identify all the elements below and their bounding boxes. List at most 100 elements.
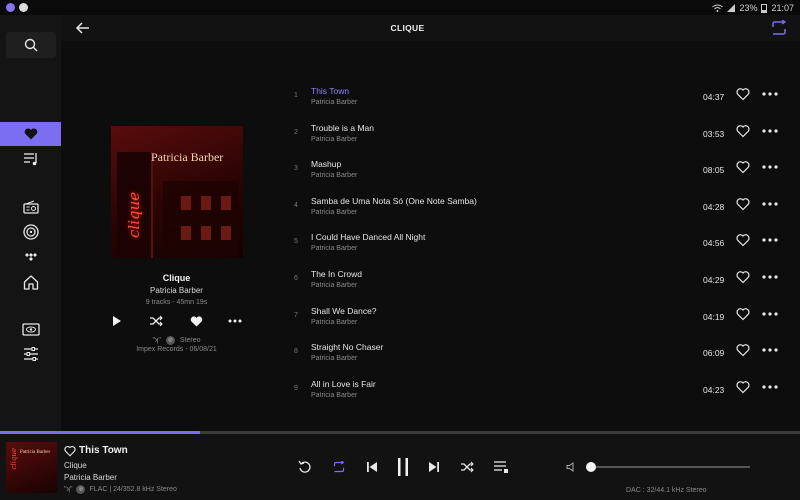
track-artist: Patricia Barber [311,135,358,143]
track-number: 7 [294,311,298,319]
track-artist: Patricia Barber [311,318,358,326]
sidebar-item-favorites[interactable] [0,122,61,146]
play-album-button[interactable] [108,313,126,329]
repeat-button[interactable] [330,458,348,476]
sidebar-item-settings[interactable] [0,342,61,366]
track-more-icon[interactable] [762,92,778,96]
replay-icon [298,460,311,473]
track-row[interactable]: 9 All in Love is Fair Patricia Barber 04… [284,370,789,406]
favorite-track-icon[interactable] [736,197,750,211]
favorite-track-icon[interactable] [736,343,750,357]
track-more-icon[interactable] [762,275,778,279]
track-more-icon[interactable] [762,202,778,206]
home-icon [23,274,38,290]
shuffle-icon [150,315,163,327]
queue-button[interactable] [492,458,510,476]
track-more-icon[interactable] [762,311,778,316]
favorite-track-icon[interactable] [736,160,750,174]
clock: 21:07 [771,2,794,13]
display-icon [21,322,40,336]
track-row[interactable]: 8 Straight No Chaser Patricia Barber 06:… [284,333,789,369]
sidebar-item-streaming[interactable] [0,220,61,244]
sidebar-item-home[interactable] [0,270,61,294]
track-number: 4 [294,201,298,209]
now-playing-cover[interactable]: clique Patricia Barber [6,442,57,493]
cover-artist-text: Patricia Barber [151,150,224,164]
favorite-track-icon[interactable] [736,124,750,138]
album-quality: "ʞ" ◎ Stereo [61,336,292,345]
status-bar: 23% 21:07 [0,0,800,15]
track-row[interactable]: 7 Shall We Dance? Patricia Barber 04:19 [284,297,789,333]
track-row[interactable]: 2 Trouble is a Man Patricia Barber 03:53 [284,114,789,150]
now-playing-quality-label: FLAC | 24/352.8 kHz Stereo [89,486,177,493]
track-artist: Patricia Barber [311,391,358,399]
favorite-track-icon[interactable] [736,233,750,247]
search-button[interactable] [6,32,56,58]
replay-button[interactable] [296,458,314,476]
track-row[interactable]: 4 Samba de Uma Nota Só (One Note Samba) … [284,187,789,223]
repeat-icon[interactable] [770,20,788,36]
repeat-icon [333,461,345,473]
shuffle-button[interactable] [458,458,476,476]
shuffle-album-button[interactable] [147,313,165,329]
track-number: 6 [294,275,298,282]
signal-icon [727,3,736,12]
favorite-track-icon[interactable] [736,380,750,394]
queue-icon [494,461,508,473]
previous-button[interactable] [363,458,381,476]
favorite-track-icon[interactable] [736,87,750,101]
track-more-icon[interactable] [762,348,778,352]
favorite-album-button[interactable] [187,313,205,329]
now-playing-album[interactable]: Clique [64,461,87,470]
track-title: I Could Have Danced All Night [311,232,426,243]
track-artist: Patricia Barber [311,245,358,253]
track-number: 9 [294,384,298,392]
track-more-icon[interactable] [762,385,778,389]
pause-button[interactable] [394,458,412,476]
sidebar-item-display[interactable] [0,317,61,341]
track-more-icon[interactable] [762,128,778,133]
favorite-track-icon[interactable] [736,307,750,321]
track-row[interactable]: 6 The In Crowd Patricia Barber 04:29 [284,260,789,296]
track-title: This Town [311,86,350,96]
album-actions [61,313,292,329]
track-row[interactable]: 1 This Town Patricia Barber 04:37 [284,77,789,113]
track-title: Straight No Chaser [311,342,384,353]
track-more-icon[interactable] [762,238,778,242]
now-playing-artist[interactable]: Patricia Barber [64,473,117,482]
album-view: clique Patricia Barber Clique Patricia B… [61,41,800,431]
track-more-icon[interactable] [762,165,778,169]
sidebar-item-radio[interactable] [0,195,61,219]
tidal-icon [24,253,37,261]
hires-icon: "ʞ" [64,486,73,493]
track-title: Samba de Uma Nota Só (One Note Samba) [311,195,477,206]
track-number: 8 [294,348,298,356]
track-title: Mashup [311,159,342,170]
sidebar [0,15,61,431]
sidebar-item-tidal[interactable] [0,245,61,269]
volume-icon[interactable] [566,462,576,472]
favorite-track-icon[interactable] [736,270,750,284]
album-artist[interactable]: Patricia Barber [61,286,292,295]
search-icon [24,38,38,52]
now-playing-favorite-icon[interactable] [64,445,76,457]
album-more-button[interactable] [226,313,244,329]
track-row[interactable]: 3 Mashup Patricia Barber 08:05 [284,150,789,186]
track-number: 2 [294,128,298,136]
album-cover[interactable]: clique Patricia Barber [111,126,243,258]
track-artist: Patricia Barber [311,355,358,363]
volume-slider[interactable] [590,466,750,468]
track-row[interactable]: 5 I Could Have Danced All Night Patricia… [284,223,789,259]
track-duration: 04:29 [703,275,725,285]
skip-next-icon [429,462,439,472]
track-title: Trouble is a Man [311,122,374,133]
sidebar-item-playlists[interactable] [0,147,61,171]
next-button[interactable] [425,458,443,476]
app-notification-icon [6,3,15,12]
volume-slider-knob[interactable] [586,462,596,472]
thumb-artist-text: Patricia Barber [20,450,51,455]
album-title: Clique [162,273,191,283]
track-duration: 04:23 [703,384,725,395]
track-duration: 03:53 [703,128,725,139]
album-meta: 9 tracks - 45mn 19s [145,299,208,306]
